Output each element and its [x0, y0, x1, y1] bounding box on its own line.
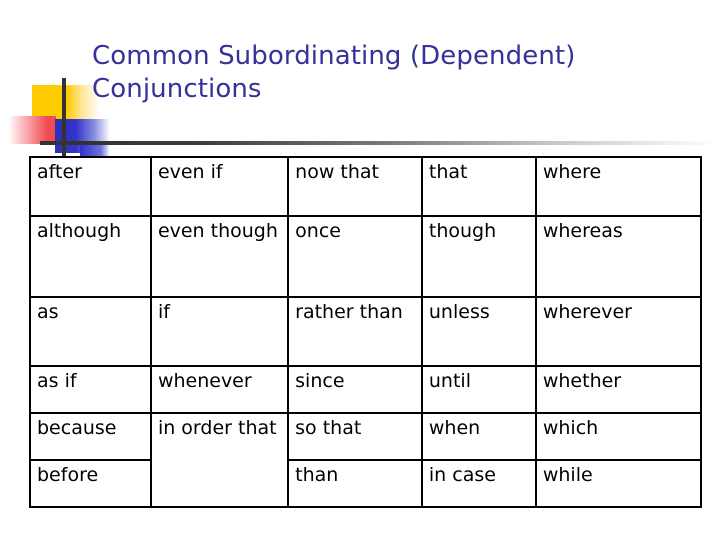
table-row: after even if now that that where: [29, 156, 703, 217]
cell-r4c4: until: [420, 365, 537, 414]
cell-r5c1: because: [29, 412, 152, 461]
decoration-red-square: [8, 116, 56, 144]
cell-r3c1: as: [29, 296, 152, 367]
cell-r5c4: when: [420, 412, 537, 461]
cell-r4c5: whether: [534, 365, 703, 414]
cell-r5c5: which: [534, 412, 703, 461]
conjunctions-table: after even if now that that where althou…: [29, 156, 703, 508]
cell-r3c3: rather than: [287, 296, 423, 367]
table-row: as if rather than unless wherever: [29, 296, 703, 367]
cell-r2c2: even though: [149, 215, 290, 298]
cell-r6c1: before: [29, 459, 152, 508]
table-row: before than in case while: [29, 459, 703, 508]
cell-r1c3: now that: [287, 156, 423, 217]
cell-r5c2: in order that: [149, 412, 290, 508]
cell-r6c4: in case: [420, 459, 537, 508]
cell-r2c3: once: [287, 215, 423, 298]
cell-r3c2: if: [149, 296, 290, 367]
cell-r2c1: although: [29, 215, 152, 298]
cell-r1c5: where: [534, 156, 703, 217]
table-row: although even though once though whereas: [29, 215, 703, 298]
cell-r2c5: whereas: [534, 215, 703, 298]
decoration-horizontal-rule: [40, 141, 110, 145]
cell-r1c1: after: [29, 156, 152, 217]
title-underline-rule: [40, 141, 720, 145]
cell-r2c4: though: [420, 215, 537, 298]
cell-r4c3: since: [287, 365, 423, 414]
table-row: as if whenever since until whether: [29, 365, 703, 414]
decoration-blue-square: [55, 119, 110, 153]
cell-r6c3: than: [287, 459, 423, 508]
cell-r3c4: unless: [420, 296, 537, 367]
cell-r4c1: as if: [29, 365, 152, 414]
cell-r1c2: even if: [149, 156, 290, 217]
cell-r3c5: wherever: [534, 296, 703, 367]
page-title: Common Subordinating (Dependent) Conjunc…: [92, 41, 576, 105]
slide-canvas: Common Subordinating (Dependent) Conjunc…: [0, 0, 720, 540]
cell-r5c3: so that: [287, 412, 423, 461]
cell-r4c2: whenever: [149, 365, 290, 414]
table-row: because in order that so that when which: [29, 412, 703, 508]
cell-r6c5: while: [534, 459, 703, 508]
decoration-yellow-square: [32, 85, 100, 119]
cell-r1c4: that: [420, 156, 537, 217]
decoration-vertical-rule: [62, 78, 66, 162]
